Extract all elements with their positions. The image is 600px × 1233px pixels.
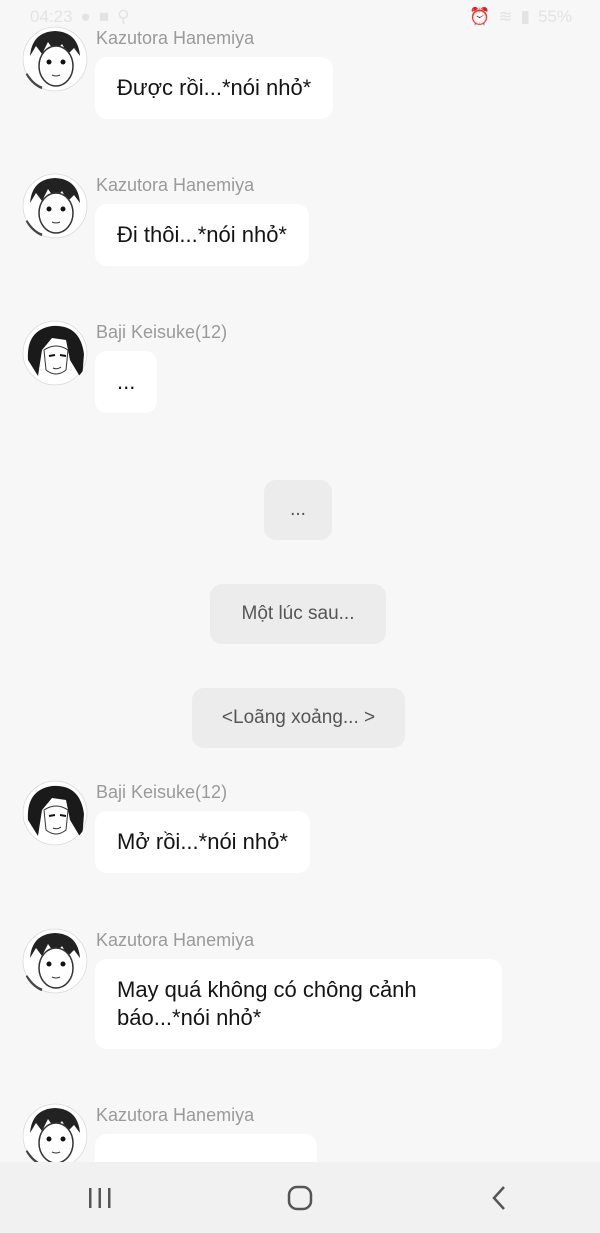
kazutora-avatar[interactable] bbox=[22, 26, 88, 92]
message-bubble[interactable]: Được rồi...*nói nhỏ* bbox=[95, 57, 334, 119]
message-bubble[interactable]: ... bbox=[95, 351, 158, 413]
message-bubble[interactable]: May quá không có chông cảnh báo...*nói n… bbox=[95, 959, 502, 1049]
recent-apps-button[interactable] bbox=[60, 1173, 140, 1223]
back-button[interactable] bbox=[460, 1173, 540, 1223]
message-bubble[interactable] bbox=[95, 1134, 317, 1162]
baji-avatar[interactable] bbox=[22, 780, 88, 846]
home-icon bbox=[287, 1185, 313, 1210]
kazutora-avatar[interactable] bbox=[22, 928, 88, 994]
kazutora-avatar[interactable] bbox=[22, 173, 88, 239]
home-button[interactable] bbox=[260, 1173, 340, 1223]
recent-apps-icon bbox=[89, 1187, 111, 1208]
message-bubble[interactable]: Mở rồi...*nói nhỏ* bbox=[95, 811, 310, 873]
system-note: ... bbox=[264, 480, 332, 540]
sender-name: Kazutora Hanemiya bbox=[96, 175, 255, 195]
sender-name: Kazutora Hanemiya bbox=[96, 1105, 255, 1125]
message-bubble[interactable]: Đi thôi...*nói nhỏ* bbox=[95, 204, 309, 266]
sender-name: Baji Keisuke(12) bbox=[96, 322, 228, 342]
sender-name: Kazutora Hanemiya bbox=[96, 28, 255, 48]
kazutora-avatar[interactable] bbox=[22, 1103, 88, 1162]
baji-avatar[interactable] bbox=[22, 320, 88, 386]
sender-name: Baji Keisuke(12) bbox=[96, 782, 228, 802]
sender-name: Kazutora Hanemiya bbox=[96, 930, 255, 950]
system-note: <Loãng xoảng... > bbox=[192, 688, 405, 748]
back-icon bbox=[492, 1185, 505, 1210]
chat-scroll-area[interactable]: Kazutora Hanemiya Được rồi...*nói nhỏ* K… bbox=[0, 0, 600, 1162]
navigation-bar bbox=[0, 1162, 600, 1233]
system-note: Một lúc sau... bbox=[210, 584, 386, 644]
